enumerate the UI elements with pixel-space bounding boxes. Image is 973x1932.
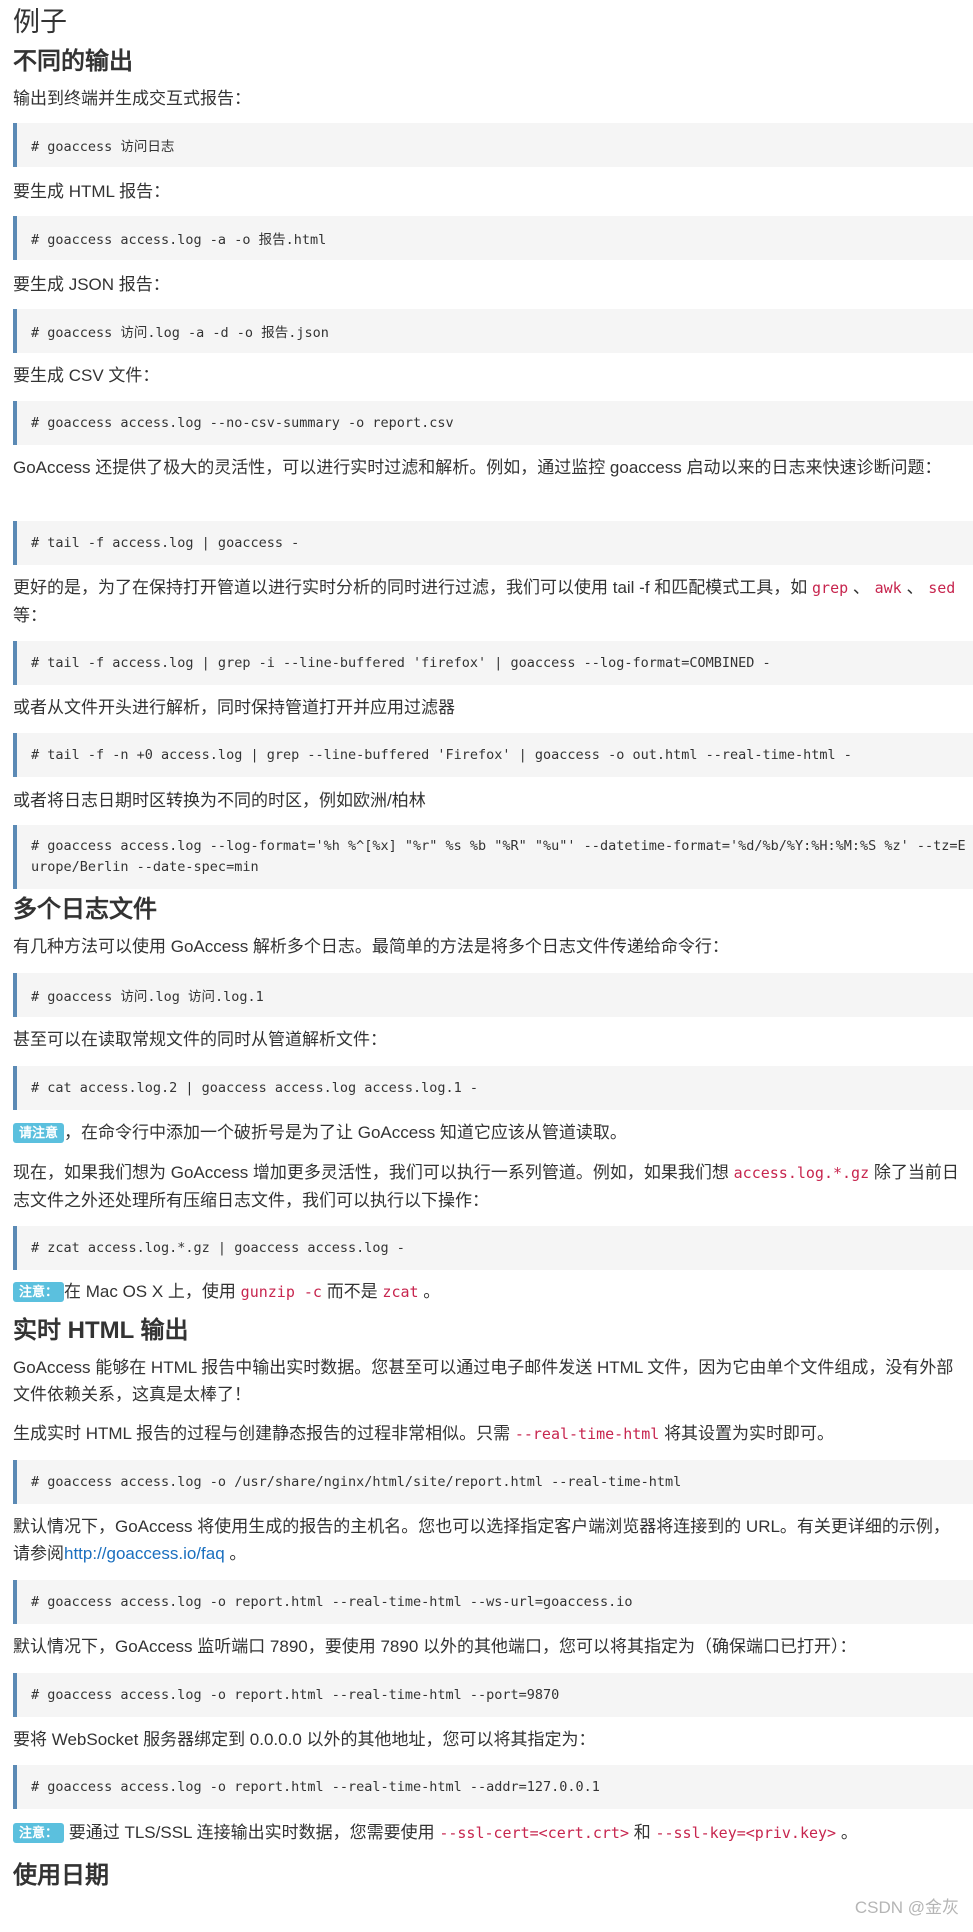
code-awk: awk	[874, 579, 902, 597]
para-generate: 生成实时 HTML 报告的过程与创建静态报告的过程非常相似。只需 --real-…	[13, 1420, 961, 1448]
heading-dates: 使用日期	[13, 1862, 109, 1889]
note-text: 要通过 TLS/SSL 连接输出实时数据，您需要使用	[68, 1823, 435, 1842]
para-timezone: 或者将日志日期时区转换为不同的时区，例如欧洲/柏林	[13, 791, 426, 810]
code-block-port: # goaccess access.log -o report.html --r…	[13, 1673, 973, 1717]
code-block-grep: # tail -f access.log | grep -i --line-bu…	[13, 641, 973, 685]
para-hostname: 默认情况下，GoAccess 将使用生成的报告的主机名。您也可以选择指定客户端浏…	[13, 1513, 961, 1567]
code-block-json: # goaccess 访问.log -a -d -o 报告.json	[13, 309, 973, 353]
para-generate-text: 生成实时 HTML 报告的过程与创建静态报告的过程非常相似。只需	[13, 1424, 511, 1443]
watermark: CSDN @金灰	[854, 1898, 959, 1917]
code-block-parse: # tail -f -n +0 access.log | grep --line…	[13, 733, 973, 777]
note-text: 在 Mac OS X 上，使用	[64, 1282, 236, 1301]
para-terminal: 输出到终端并生成交互式报告：	[13, 89, 251, 108]
code-block-pipe: # cat access.log.2 | goaccess access.log…	[13, 1066, 973, 1110]
para-addr: 要将 WebSocket 服务器绑定到 0.0.0.0 以外的其他地址，您可以将…	[13, 1730, 596, 1749]
page-title: 例子	[13, 7, 67, 37]
heading-multiple-logs: 多个日志文件	[13, 896, 157, 923]
para-ways: 有几种方法可以使用 GoAccess 解析多个日志。最简单的方法是将多个日志文件…	[13, 937, 729, 956]
para-hostname-end: 。	[229, 1544, 247, 1563]
note-dash: 请注意 ，在命令行中添加一个破折号是为了让 GoAccess 知道它应该从管道读取…	[13, 1119, 961, 1146]
para-more-text: 现在，如果我们想为 GoAccess 增加更多灵活性，我们可以执行一系列管道。例…	[13, 1163, 729, 1182]
code-block-timezone: # goaccess access.log --log-format='%h %…	[13, 825, 973, 889]
para-better-text: 更好的是，为了在保持打开管道以进行实时分析的同时进行过滤，我们可以使用 tail…	[13, 578, 808, 597]
code-gz-pattern: access.log.*.gz	[733, 1164, 870, 1182]
note-text-end: 。	[423, 1282, 441, 1301]
note-label: 请注意	[13, 1123, 65, 1143]
code-grep: grep	[812, 579, 849, 597]
para-more-flexibility: 现在，如果我们想为 GoAccess 增加更多灵活性，我们可以执行一系列管道。例…	[13, 1159, 961, 1214]
code-sed: sed	[928, 579, 956, 597]
heading-different-outputs: 不同的输出	[13, 48, 133, 75]
note-ssl: 注意： 要通过 TLS/SSL 连接输出实时数据，您需要使用 --ssl-cer…	[13, 1819, 961, 1847]
note-text: ，在命令行中添加一个破折号是为了让 GoAccess 知道它应该从管道读取。	[64, 1123, 627, 1142]
para-better: 更好的是，为了在保持打开管道以进行实时分析的同时进行过滤，我们可以使用 tail…	[13, 574, 961, 629]
code-block-terminal: # goaccess 访问日志	[13, 123, 973, 167]
note-text: 而不是	[326, 1282, 378, 1301]
para-generate-text-end: 将其设置为实时即可。	[664, 1424, 835, 1443]
para-realtime-intro: GoAccess 能够在 HTML 报告中输出实时数据。您甚至可以通过电子邮件发…	[13, 1358, 954, 1404]
faq-link[interactable]: http://goaccess.io/faq	[64, 1544, 225, 1563]
note-label: 注意：	[13, 1823, 65, 1843]
code-block-ws-url: # goaccess access.log -o report.html --r…	[13, 1580, 973, 1624]
code-zcat: zcat	[382, 1283, 419, 1301]
separator: 、	[906, 578, 924, 597]
note-text-end: 。	[840, 1823, 858, 1842]
para-port: 默认情况下，GoAccess 监听端口 7890，要使用 7890 以外的其他端…	[13, 1637, 857, 1656]
code-gunzip: gunzip -c	[240, 1283, 322, 1301]
para-html: 要生成 HTML 报告：	[13, 182, 171, 201]
code-block-html: # goaccess access.log -a -o 报告.html	[13, 216, 973, 260]
note-text: 和	[633, 1823, 651, 1842]
code-block-tail: # tail -f access.log | goaccess -	[13, 521, 973, 565]
para-pipe: 甚至可以在读取常规文件的同时从管道解析文件：	[13, 1030, 387, 1049]
para-better-end: 等：	[13, 606, 47, 625]
code-block-zcat: # zcat access.log.*.gz | goaccess access…	[13, 1226, 973, 1270]
code-block-multi: # goaccess 访问.log 访问.log.1	[13, 973, 973, 1017]
code-block-generate: # goaccess access.log -o /usr/share/ngin…	[13, 1460, 973, 1504]
code-block-addr: # goaccess access.log -o report.html --r…	[13, 1765, 973, 1809]
para-flexibility: GoAccess 还提供了极大的灵活性，可以进行实时过滤和解析。例如，通过监控 …	[13, 458, 942, 477]
heading-realtime-html: 实时 HTML 输出	[13, 1317, 189, 1344]
code-block-csv: # goaccess access.log --no-csv-summary -…	[13, 401, 973, 445]
para-json: 要生成 JSON 报告：	[13, 275, 170, 294]
document: 例子 不同的输出 输出到终端并生成交互式报告： # goaccess 访问日志 …	[0, 0, 973, 1932]
para-csv: 要生成 CSV 文件：	[13, 366, 160, 385]
code-real-time-html: --real-time-html	[514, 1425, 660, 1443]
para-parse-from-start: 或者从文件开头进行解析，同时保持管道打开并应用过滤器	[13, 698, 455, 717]
separator: 、	[852, 578, 870, 597]
code-ssl-key: --ssl-key=<priv.key>	[655, 1824, 837, 1842]
code-ssl-cert: --ssl-cert=<cert.crt>	[439, 1824, 629, 1842]
note-macos: 注意：在 Mac OS X 上，使用 gunzip -c 而不是 zcat 。	[13, 1278, 961, 1306]
note-label: 注意：	[13, 1282, 65, 1302]
